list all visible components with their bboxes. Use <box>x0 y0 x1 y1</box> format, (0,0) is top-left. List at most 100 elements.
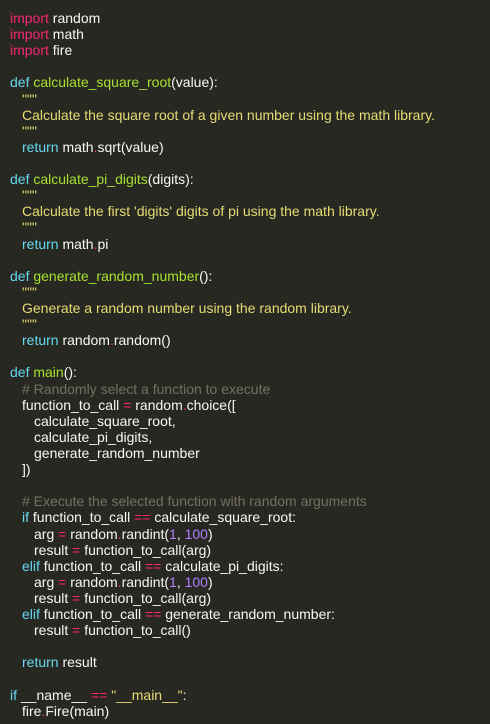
code-line: result = function_to_call(arg) <box>10 590 435 606</box>
code-line: return math.pi <box>10 236 435 252</box>
code-text-token: fire <box>48 42 73 59</box>
code-text-token: ) <box>207 525 213 542</box>
keyword-token: elif <box>22 557 40 574</box>
string-token: """ <box>22 122 37 139</box>
code-line: import fire <box>10 42 435 58</box>
keyword-token: def <box>10 364 30 381</box>
code-text-token: function_to_call <box>39 557 145 574</box>
code-text-token: , <box>176 573 185 590</box>
code-editor[interactable]: import random import math import fire def c… <box>10 10 435 719</box>
code-text-token: calculate_square_root: <box>150 509 296 526</box>
string-token: """ <box>22 90 37 107</box>
code-line: def calculate_pi_digits(digits): <box>10 171 435 187</box>
code-text-token: result <box>34 589 73 606</box>
keyword-token: return <box>22 138 59 155</box>
keyword-token: import <box>10 26 49 43</box>
code-text-token: function_to_call <box>39 606 145 623</box>
number-token: 1 <box>169 573 177 590</box>
code-text-token: random <box>131 396 183 413</box>
code-text-token: function_to_call(arg) <box>80 589 212 606</box>
code-text-token: random <box>66 525 118 542</box>
operator-token: == <box>144 557 162 574</box>
code-text-token: calculate_pi_digits: <box>161 557 284 574</box>
code-line: if function_to_call == calculate_square_… <box>10 509 435 525</box>
operator-token: == <box>144 606 162 623</box>
comment-token: # Randomly select a function to execute <box>22 380 271 397</box>
code-line: function_to_call = random.choice([ <box>10 397 435 413</box>
number-token: 100 <box>184 525 208 542</box>
keyword-token: return <box>22 654 59 671</box>
code-text-token: result <box>34 622 73 639</box>
code-text-token: randint( <box>121 573 170 590</box>
code-text-token: (value): <box>171 74 218 91</box>
code-line: """ <box>10 284 435 300</box>
code-text-token: pi <box>97 235 109 252</box>
keyword-token: return <box>22 235 59 252</box>
code-line: generate_random_number <box>10 445 435 461</box>
code-text-token: choice([ <box>186 396 236 413</box>
code-text-token: (): <box>63 364 77 381</box>
string-token: Generate a random number using the rando… <box>22 299 352 316</box>
string-token: """ <box>22 283 37 300</box>
code-text-token: generate_random_number <box>34 444 200 461</box>
string-token: """ <box>22 187 37 204</box>
code-line: arg = random.randint(1, 100) <box>10 526 435 542</box>
number-token: 100 <box>184 573 208 590</box>
keyword-token: return <box>22 332 59 349</box>
code-text-token: Fire(main) <box>45 702 110 719</box>
code-text-token: randint( <box>121 525 170 542</box>
function-name-token: calculate_square_root <box>29 74 172 91</box>
code-line: """ <box>10 91 435 107</box>
code-line: def calculate_square_root(value): <box>10 74 435 90</box>
code-text-token: function_to_call <box>29 509 135 526</box>
function-name-token: generate_random_number <box>29 267 200 284</box>
code-line: # Randomly select a function to execute <box>10 381 435 397</box>
code-line: import random <box>10 10 435 26</box>
code-text-token: random() <box>113 332 171 349</box>
code-text-token: sqrt(value) <box>97 138 164 155</box>
code-text-token: result <box>34 541 73 558</box>
number-token: 1 <box>169 525 177 542</box>
code-text-token: random <box>48 10 101 26</box>
keyword-token: import <box>10 10 49 26</box>
code-line: return math.sqrt(value) <box>10 139 435 155</box>
operator-token: == <box>90 686 108 703</box>
code-line: """ <box>10 123 435 139</box>
code-text-token: ]) <box>22 461 31 478</box>
code-line: """ <box>10 316 435 332</box>
string-token: """ <box>22 316 37 333</box>
code-text-token: arg <box>34 573 59 590</box>
code-text-token: random <box>58 332 110 349</box>
code-text-token: ) <box>207 573 213 590</box>
function-name-token: calculate_pi_digits <box>29 171 148 188</box>
code-line: Calculate the square root of a given num… <box>10 107 435 123</box>
code-line: if __name__ == "__main__": <box>10 687 435 703</box>
string-token: Calculate the square root of a given num… <box>22 106 435 123</box>
code-text-token: function_to_call(arg) <box>80 541 212 558</box>
code-text-token: math <box>48 26 84 43</box>
code-text-token: : <box>182 686 187 703</box>
code-line: import math <box>10 26 435 42</box>
keyword-token: import <box>10 42 49 59</box>
code-text-token: arg <box>34 525 59 542</box>
code-line: return result <box>10 654 435 670</box>
code-text-token: calculate_square_root, <box>34 412 176 429</box>
code-text-token: function_to_call <box>22 396 124 413</box>
code-text-token: fire <box>22 702 42 719</box>
keyword-token: if <box>10 686 17 703</box>
code-text-token: function_to_call() <box>80 622 191 639</box>
keyword-token: def <box>10 74 30 91</box>
code-line: """ <box>10 219 435 235</box>
code-line: calculate_square_root, <box>10 413 435 429</box>
code-line: def main(): <box>10 364 435 380</box>
code-text-token: result <box>58 654 97 671</box>
keyword-token: elif <box>22 606 40 623</box>
operator-token: == <box>134 509 151 526</box>
